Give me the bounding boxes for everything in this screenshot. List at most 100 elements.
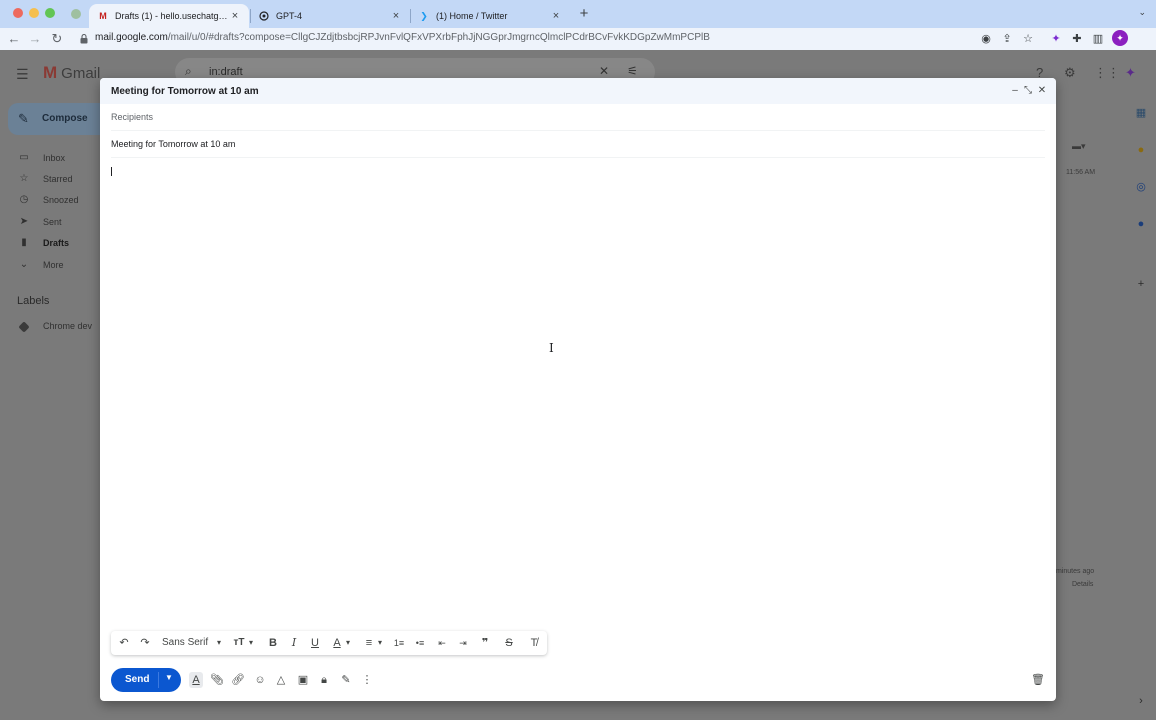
font-size-dropdown-icon[interactable]: ▾ bbox=[246, 636, 256, 650]
address-bar[interactable]: mail.google.com/mail/u/0/#drafts?compose… bbox=[95, 32, 710, 43]
redo-icon[interactable]: ↷ bbox=[138, 636, 152, 650]
close-icon[interactable]: ✕ bbox=[1036, 84, 1048, 98]
gmail-icon: M bbox=[99, 11, 107, 21]
font-size-icon[interactable]: тT bbox=[232, 636, 246, 650]
new-tab-button[interactable]: + bbox=[577, 6, 591, 22]
gmail-logo[interactable]: M Gmail bbox=[43, 63, 100, 83]
numbered-list-icon[interactable]: 1≡ bbox=[392, 636, 406, 650]
tab-twitter[interactable]: ❯ (1) Home / Twitter × bbox=[410, 4, 570, 28]
insert-photo-icon[interactable]: ▣ bbox=[296, 672, 310, 688]
gmail-logo-icon: M bbox=[43, 63, 58, 82]
nav-item-sent[interactable]: ➤ Sent bbox=[0, 212, 110, 232]
pinned-tab-icon[interactable] bbox=[71, 9, 81, 19]
window-close-button[interactable] bbox=[13, 8, 23, 18]
exit-fullscreen-icon[interactable]: ⤡ bbox=[1022, 84, 1034, 98]
quote-icon[interactable]: ❞ bbox=[478, 636, 492, 650]
nav-item-inbox[interactable]: ▭ Inbox bbox=[0, 148, 110, 168]
close-tab-icon[interactable]: × bbox=[550, 10, 562, 22]
tab-gpt4[interactable]: GPT-4 × bbox=[250, 4, 410, 28]
text-color-dropdown-icon[interactable]: ▾ bbox=[343, 636, 353, 650]
undo-icon[interactable]: ↶ bbox=[117, 636, 131, 650]
discard-draft-trash-icon[interactable]: 🗑︎ bbox=[1031, 672, 1045, 688]
expand-panel-chevron-icon[interactable]: › bbox=[1135, 695, 1147, 707]
message-body[interactable] bbox=[111, 162, 1045, 622]
lock-icon[interactable] bbox=[80, 34, 88, 44]
confidential-mode-icon[interactable]: 🔒︎ bbox=[317, 672, 331, 688]
font-family-select[interactable]: Sans Serif bbox=[162, 637, 208, 648]
draft-icon: ▮ bbox=[21, 237, 27, 248]
inbox-icon: ▭ bbox=[19, 152, 29, 163]
bulleted-list-icon[interactable]: •≡ bbox=[413, 636, 427, 650]
search-options-icon[interactable]: ⚟ bbox=[627, 64, 638, 78]
bold-icon[interactable]: B bbox=[266, 636, 280, 650]
star-icon: ☆ bbox=[19, 173, 29, 184]
side-apps-rail: ▦ ● ◎ ● + › bbox=[1126, 95, 1156, 707]
nav-item-more[interactable]: ⌄ More bbox=[0, 255, 110, 275]
formatting-options-icon[interactable]: A bbox=[189, 672, 203, 688]
subject-field[interactable]: Meeting for Tomorrow at 10 am bbox=[111, 132, 1045, 158]
schedule-send-dropdown-icon[interactable]: ▼ bbox=[165, 673, 173, 682]
minimize-icon[interactable]: – bbox=[1009, 84, 1021, 98]
main-menu-icon[interactable]: ☰ bbox=[16, 66, 29, 83]
eye-icon[interactable]: ◉ bbox=[979, 32, 993, 46]
tab-search-chevron-icon[interactable]: ⌄ bbox=[1138, 7, 1146, 18]
signature-icon[interactable]: ✎ bbox=[339, 672, 353, 688]
openai-icon bbox=[258, 11, 270, 21]
details-link[interactable]: Details bbox=[1072, 581, 1093, 588]
add-addon-icon[interactable]: + bbox=[1135, 278, 1147, 290]
underline-icon[interactable]: U bbox=[308, 636, 322, 650]
search-icon[interactable]: ⌕ bbox=[185, 64, 192, 79]
attach-file-icon[interactable]: 📎︎ bbox=[210, 672, 224, 688]
mouse-ibeam-cursor: I bbox=[549, 341, 554, 355]
italic-icon[interactable]: I bbox=[287, 636, 301, 650]
calendar-icon[interactable]: ▦ bbox=[1135, 107, 1147, 119]
font-dropdown-icon[interactable]: ▾ bbox=[214, 636, 224, 650]
indent-less-icon[interactable]: ⇤ bbox=[435, 636, 449, 650]
labels-heading: Labels bbox=[17, 295, 50, 307]
reload-icon[interactable]: ↻ bbox=[49, 31, 65, 47]
insert-link-icon[interactable]: 🔗︎ bbox=[231, 672, 245, 688]
send-button[interactable]: Send ▼ bbox=[111, 668, 181, 692]
profile-avatar[interactable]: ✦ bbox=[1112, 30, 1128, 46]
back-arrow-icon[interactable]: ← bbox=[6, 31, 22, 47]
tab-title: Drafts (1) - hello.usechatgpt.a bbox=[115, 11, 229, 21]
more-options-icon[interactable]: ⋮ bbox=[360, 672, 374, 688]
emoji-icon[interactable]: ☺ bbox=[253, 672, 267, 688]
search-input[interactable]: in:draft bbox=[209, 66, 243, 78]
window-minimize-button[interactable] bbox=[29, 8, 39, 18]
settings-gear-icon[interactable]: ⚙ bbox=[1064, 65, 1076, 81]
recipients-field[interactable]: Recipients bbox=[111, 105, 1045, 131]
extensions-puzzle-icon[interactable]: ✚ bbox=[1070, 32, 1084, 46]
tab-gmail-drafts[interactable]: M Drafts (1) - hello.usechatgpt.a × bbox=[89, 4, 249, 28]
align-icon[interactable]: ≡ bbox=[362, 636, 376, 650]
contacts-icon[interactable]: ● bbox=[1135, 218, 1147, 230]
extension-sparkle-icon[interactable]: ✦ bbox=[1049, 32, 1063, 46]
gemini-sparkle-icon[interactable]: ✦ bbox=[1125, 65, 1136, 81]
compose-header[interactable]: Meeting for Tomorrow at 10 am – ⤡ ✕ bbox=[100, 78, 1056, 104]
align-dropdown-icon[interactable]: ▾ bbox=[375, 636, 385, 650]
remove-formatting-icon[interactable]: T̸ bbox=[527, 636, 541, 650]
account-activity-text: minutes ago bbox=[1056, 568, 1095, 575]
subject-input[interactable]: Meeting for Tomorrow at 10 am bbox=[111, 139, 235, 149]
input-tools-icon[interactable]: ▬▾ bbox=[1072, 141, 1086, 152]
side-panel-icon[interactable]: ▥ bbox=[1091, 32, 1105, 46]
nav-label: Sent bbox=[43, 217, 62, 227]
tasks-icon[interactable]: ◎ bbox=[1135, 181, 1147, 193]
keep-icon[interactable]: ● bbox=[1135, 144, 1147, 156]
forward-arrow-icon[interactable]: → bbox=[27, 31, 43, 47]
apps-grid-icon[interactable]: ⋮⋮ bbox=[1094, 65, 1120, 81]
strikethrough-icon[interactable]: S bbox=[502, 636, 516, 650]
google-drive-icon[interactable]: △ bbox=[274, 672, 288, 688]
share-icon[interactable]: ⇪ bbox=[1000, 32, 1014, 46]
text-color-icon[interactable]: A bbox=[330, 636, 344, 650]
clear-search-icon[interactable]: ✕ bbox=[599, 64, 609, 78]
close-tab-icon[interactable]: × bbox=[229, 10, 241, 22]
nav-item-snoozed[interactable]: ◷ Snoozed bbox=[0, 190, 110, 210]
window-zoom-button[interactable] bbox=[45, 8, 55, 18]
close-tab-icon[interactable]: × bbox=[390, 10, 402, 22]
nav-item-drafts[interactable]: ▮ Drafts bbox=[0, 233, 110, 253]
nav-label: Starred bbox=[43, 174, 73, 184]
bookmark-star-icon[interactable]: ☆ bbox=[1021, 32, 1035, 46]
indent-more-icon[interactable]: ⇥ bbox=[456, 636, 470, 650]
nav-item-starred[interactable]: ☆ Starred bbox=[0, 169, 110, 189]
